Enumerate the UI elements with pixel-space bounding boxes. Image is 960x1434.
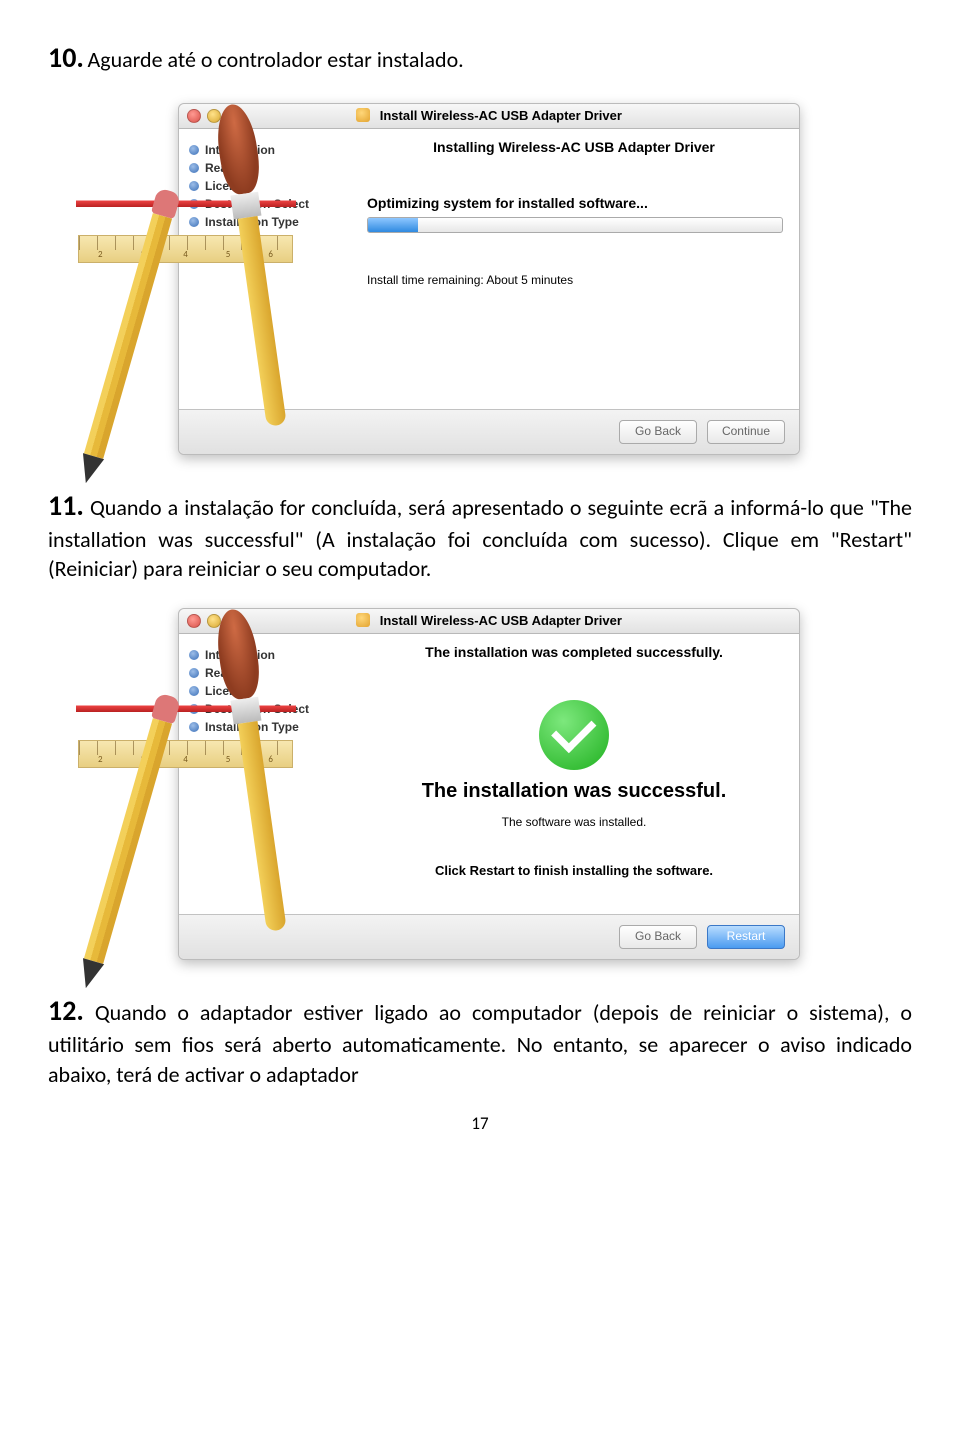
installer-screenshot-2: 2 3 4 5 6 Install Wireless-AC USB Adapte… bbox=[118, 608, 798, 960]
step-number: 12. bbox=[48, 993, 84, 1028]
window-title: Install Wireless-AC USB Adapter Driver bbox=[380, 108, 622, 123]
page-number: 17 bbox=[48, 1113, 912, 1134]
progress-bar bbox=[367, 217, 783, 233]
titlebar: Install Wireless-AC USB Adapter Driver bbox=[179, 609, 799, 634]
installer-content: The installation was completed successfu… bbox=[349, 634, 799, 914]
step-text: Quando a instalação for concluída, será … bbox=[48, 494, 912, 582]
step-text: Quando o adaptador estiver ligado ao com… bbox=[48, 999, 912, 1087]
restart-instruction: Click Restart to finish installing the s… bbox=[367, 863, 781, 878]
installer-icon bbox=[356, 613, 370, 627]
installer-screenshot-1: 2 3 4 5 6 Install Wireless-AC USB Adapte… bbox=[118, 103, 798, 455]
sidebar-item: License bbox=[189, 179, 341, 193]
content-heading: The installation was completed successfu… bbox=[367, 644, 781, 660]
titlebar: Install Wireless-AC USB Adapter Driver bbox=[179, 104, 799, 129]
installer-content: Installing Wireless-AC USB Adapter Drive… bbox=[349, 129, 799, 409]
ruler-num: 2 bbox=[98, 249, 103, 260]
go-back-button[interactable]: Go Back bbox=[619, 420, 697, 444]
go-back-button[interactable]: Go Back bbox=[619, 925, 697, 949]
restart-button[interactable]: Restart bbox=[707, 925, 785, 949]
close-icon[interactable] bbox=[187, 109, 201, 123]
step-text: Aguarde até o controlador estar instalad… bbox=[88, 46, 464, 73]
success-title: The installation was successful. bbox=[367, 780, 781, 803]
sidebar-item: Introduction bbox=[189, 648, 341, 662]
sidebar-item: Read Me bbox=[189, 666, 341, 680]
success-sub: The software was installed. bbox=[367, 815, 781, 829]
window-title: Install Wireless-AC USB Adapter Driver bbox=[380, 613, 622, 628]
ruler-num: 5 bbox=[226, 249, 231, 260]
sidebar-item: Introduction bbox=[189, 143, 341, 157]
sidebar-item: Destination Select bbox=[189, 197, 341, 211]
success-check-icon bbox=[539, 700, 609, 770]
close-icon[interactable] bbox=[187, 614, 201, 628]
sidebar-item: Read Me bbox=[189, 161, 341, 175]
step-10: 10. Aguarde até o controlador estar inst… bbox=[48, 40, 912, 75]
step-number: 10. bbox=[48, 40, 84, 75]
ruler-num: 4 bbox=[183, 754, 188, 765]
content-heading: Installing Wireless-AC USB Adapter Drive… bbox=[367, 139, 781, 155]
time-remaining: Install time remaining: About 5 minutes bbox=[367, 273, 781, 287]
installer-icon bbox=[356, 108, 370, 122]
sidebar-item: License bbox=[189, 684, 341, 698]
step-number: 11. bbox=[48, 488, 84, 523]
ruler-num: 2 bbox=[98, 754, 103, 765]
continue-button[interactable]: Continue bbox=[707, 420, 785, 444]
step-12: 12. Quando o adaptador estiver ligado ao… bbox=[48, 992, 912, 1089]
status-text: Optimizing system for installed software… bbox=[367, 195, 781, 211]
sidebar-item: Destination Select bbox=[189, 702, 341, 716]
ruler-num: 5 bbox=[226, 754, 231, 765]
step-11: 11. Quando a instalação for concluída, s… bbox=[48, 487, 912, 584]
ruler-num: 4 bbox=[183, 249, 188, 260]
